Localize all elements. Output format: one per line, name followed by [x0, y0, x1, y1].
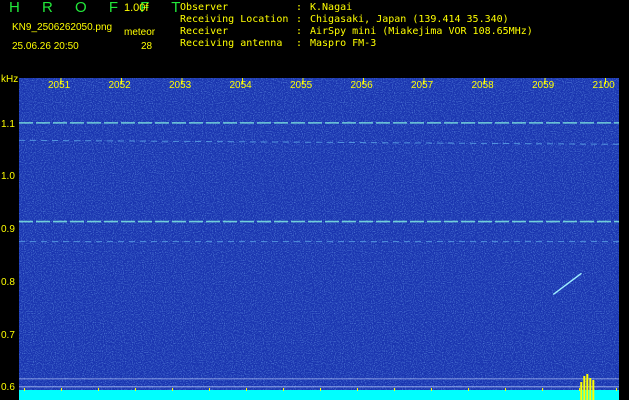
x-tick-label: 2051	[48, 80, 71, 91]
info-value: Chigasaki, Japan (139.414 35.340)	[310, 14, 509, 25]
activity-tick	[431, 388, 432, 391]
activity-tick	[357, 388, 358, 391]
info-row-location: Receiving Location: Chigasaki, Japan (139…	[180, 14, 509, 25]
info-separator: :	[296, 38, 303, 49]
activity-tick	[320, 388, 321, 391]
activity-tick	[394, 388, 395, 391]
spectrogram-plot	[19, 78, 619, 400]
x-tick-label: 2058	[471, 80, 494, 91]
info-separator: :	[296, 2, 303, 13]
x-tick-label: 2057	[411, 80, 434, 91]
x-tick-label: 2056	[350, 80, 373, 91]
info-label: Observer	[180, 2, 229, 13]
info-value: K.Nagai	[310, 2, 353, 13]
header-panel: H R O F F T 1.00f KN9_2506262050.png met…	[0, 0, 629, 78]
info-row-observer: Observer: K.Nagai	[180, 2, 352, 13]
app-title: H R O F F T	[9, 0, 190, 16]
x-tick-label: 2059	[532, 80, 555, 91]
meteor-detection-bar	[583, 376, 586, 400]
info-row-antenna: Receiving antenna: Maspro FM-3	[180, 38, 376, 49]
activity-tick	[98, 388, 99, 391]
y-tick-label: 0.6	[1, 382, 15, 394]
x-tick-label: 2053	[169, 80, 192, 91]
activity-tick	[505, 388, 506, 391]
activity-tick	[24, 388, 25, 391]
activity-tick	[209, 388, 210, 391]
info-value: AirSpy mini (Miakejima VOR 108.65MHz)	[310, 26, 533, 37]
x-tick-label: 2055	[290, 80, 313, 91]
info-row-receiver: Receiver: AirSpy mini (Miakejima VOR 108.…	[180, 26, 533, 37]
activity-tick	[579, 388, 580, 391]
y-tick-label: 1.0	[1, 171, 15, 183]
meteor-detection-bar	[589, 378, 592, 400]
y-unit-label: kHz	[1, 74, 19, 85]
activity-tick	[283, 388, 284, 391]
spectrogram-noise	[19, 78, 619, 400]
info-separator: :	[296, 14, 303, 25]
y-tick-label: 0.9	[1, 224, 15, 236]
meteor-detection-bar	[580, 382, 583, 400]
y-tick-label: 0.8	[1, 276, 15, 288]
x-tick-label: 2052	[108, 80, 131, 91]
activity-tick	[468, 388, 469, 391]
filename-label: KN9_2506262050.png	[12, 22, 113, 33]
y-tick-label: 1.1	[1, 118, 15, 130]
x-tick-label: 2100	[592, 80, 615, 91]
noise-floor-strip	[19, 390, 619, 400]
mode-label: meteor	[124, 27, 156, 38]
activity-tick	[172, 388, 173, 391]
info-label: Receiving antenna	[180, 38, 283, 49]
activity-tick	[135, 388, 136, 391]
x-tick-label: 2054	[229, 80, 252, 91]
info-label: Receiving Location	[180, 14, 289, 25]
meteor-detection-bar	[592, 380, 595, 400]
spectrogram-svg	[19, 78, 619, 400]
info-label: Receiver	[180, 26, 229, 37]
activity-tick	[616, 388, 617, 391]
info-value: Maspro FM-3	[310, 38, 377, 49]
datetime-label: 25.06.26 20:50	[12, 41, 79, 52]
y-tick-label: 0.7	[1, 329, 15, 341]
info-separator: :	[296, 26, 303, 37]
activity-tick	[61, 388, 62, 391]
activity-tick	[246, 388, 247, 391]
meteor-count: 28	[141, 41, 153, 52]
version-label: 1.00f	[124, 2, 149, 14]
activity-tick	[542, 388, 543, 391]
meteor-detection-bar	[586, 374, 589, 400]
